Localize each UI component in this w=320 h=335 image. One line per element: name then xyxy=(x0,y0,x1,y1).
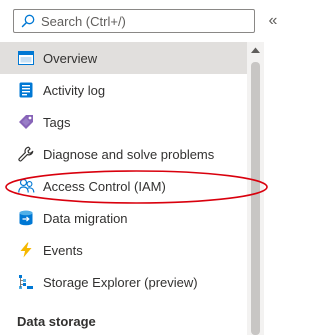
resource-menu: Overview Activity log Tags Diagnose and … xyxy=(0,42,247,298)
search-icon xyxy=(17,10,39,32)
menu-item-label: Events xyxy=(43,242,83,258)
search-box[interactable] xyxy=(13,9,255,33)
activity-log-icon xyxy=(17,81,35,99)
double-chevron-left-icon: « xyxy=(268,12,278,29)
menu-item-label: Tags xyxy=(43,114,71,130)
menu-item-activity-log[interactable]: Activity log xyxy=(0,74,247,106)
scroll-up-arrow-icon[interactable] xyxy=(251,45,260,54)
overview-icon xyxy=(17,49,35,67)
tag-icon xyxy=(17,113,35,131)
menu-item-label: Activity log xyxy=(43,82,106,98)
section-header-data-storage: Data storage xyxy=(17,314,96,329)
storage-explorer-icon xyxy=(17,273,35,291)
menu-item-label: Access Control (IAM) xyxy=(43,178,166,194)
menu-item-label: Data migration xyxy=(43,210,128,226)
scrollbar-thumb[interactable] xyxy=(251,62,260,335)
menu-item-label: Storage Explorer (preview) xyxy=(43,274,198,290)
menu-item-label: Overview xyxy=(43,50,98,66)
search-input[interactable] xyxy=(41,13,241,29)
lightning-icon xyxy=(17,241,35,259)
data-migration-icon xyxy=(17,209,35,227)
menu-item-label: Diagnose and solve problems xyxy=(43,146,215,162)
people-icon xyxy=(17,177,35,195)
menu-item-storage-explorer[interactable]: Storage Explorer (preview) xyxy=(0,266,247,298)
menu-item-data-migration[interactable]: Data migration xyxy=(0,202,247,234)
menu-item-events[interactable]: Events xyxy=(0,234,247,266)
menu-item-tags[interactable]: Tags xyxy=(0,106,247,138)
collapse-menu-button[interactable]: « xyxy=(266,9,280,33)
menu-item-access-control[interactable]: Access Control (IAM) xyxy=(0,170,247,202)
vertical-scrollbar[interactable] xyxy=(247,42,264,335)
wrench-icon xyxy=(17,145,35,163)
menu-item-overview[interactable]: Overview xyxy=(0,42,247,74)
menu-item-diagnose[interactable]: Diagnose and solve problems xyxy=(0,138,247,170)
